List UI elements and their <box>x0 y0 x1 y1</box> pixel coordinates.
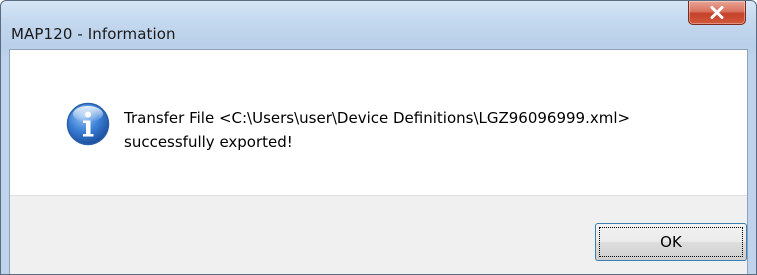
message-text: Transfer File <C:\Users\user\Device Defi… <box>124 106 630 154</box>
message-area: Transfer File <C:\Users\user\Device Defi… <box>10 50 747 195</box>
message-line-2: successfully exported! <box>124 133 293 151</box>
message-line-1: Transfer File <C:\Users\user\Device Defi… <box>124 109 631 127</box>
title-bar[interactable]: MAP120 - Information <box>1 1 756 49</box>
dialog-client-area: Transfer File <C:\Users\user\Device Defi… <box>9 49 748 274</box>
ok-button[interactable]: OK <box>595 223 747 261</box>
close-icon <box>710 6 724 19</box>
ok-button-label: OK <box>599 227 743 257</box>
close-button[interactable] <box>688 1 746 25</box>
information-icon <box>66 102 110 146</box>
button-area: OK <box>10 195 747 274</box>
dialog-window: MAP120 - Information Transfer File <C:\U… <box>0 0 757 275</box>
window-title: MAP120 - Information <box>11 25 176 43</box>
